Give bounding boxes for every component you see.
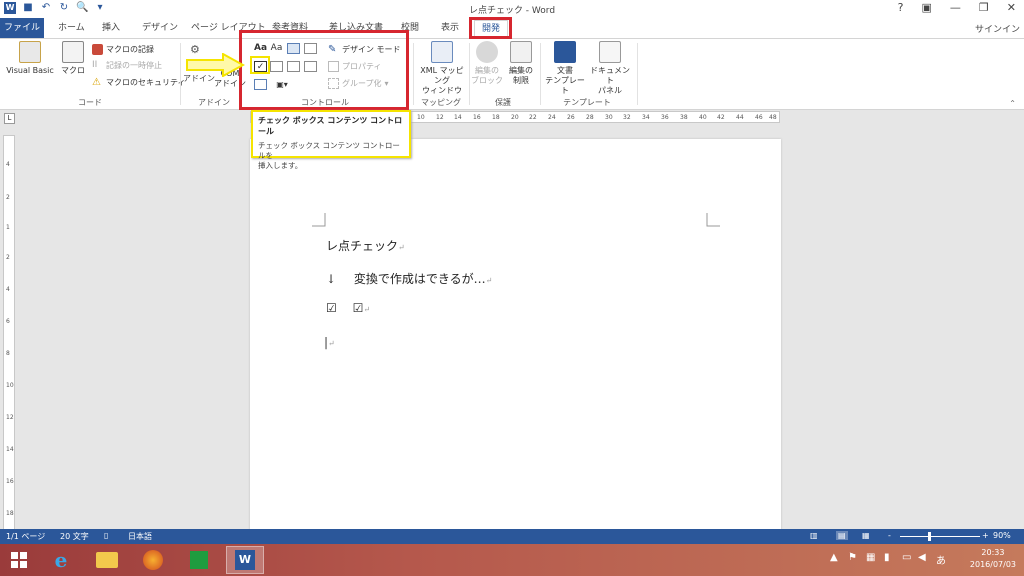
vertical-ruler[interactable]: 4 2 1 2 4 6 8 10 12 14 16 18 xyxy=(3,135,15,530)
word-count[interactable]: 20 文字 xyxy=(60,531,89,542)
macro-icon xyxy=(62,41,84,63)
volume-icon[interactable]: ◀ xyxy=(918,552,926,563)
group-separator xyxy=(469,43,470,105)
group-separator xyxy=(180,43,181,105)
firefox-icon[interactable] xyxy=(134,546,172,574)
checkbox-symbol[interactable]: ☑ xyxy=(326,301,337,315)
network-icon[interactable]: ▮ xyxy=(884,552,890,563)
window-controls: ? ▣ — ❐ ✕ xyxy=(898,1,1016,14)
doc-paragraph-4[interactable]: |↵ xyxy=(324,335,335,349)
tab-view[interactable]: 表示 xyxy=(437,20,463,38)
restore-button[interactable]: ❐ xyxy=(979,1,989,14)
tab-file[interactable]: ファイル xyxy=(0,18,44,38)
zoom-slider-thumb[interactable] xyxy=(928,532,931,541)
group-label-templates: テンプレート xyxy=(563,98,611,107)
read-mode-icon[interactable]: ▥ xyxy=(810,531,818,540)
group-label-mapping: マッピング xyxy=(421,98,461,107)
ime-indicator[interactable]: あ xyxy=(936,552,946,567)
ribbon: Visual Basic マクロ マクロの記録 II 記録の一時停止 ⚠ マクロ… xyxy=(0,38,1024,110)
document-page[interactable]: レ点チェック↵ ↓ 変換で作成はできるが…↵ ☑ ☑↵ |↵ xyxy=(250,139,781,531)
warning-icon: ⚠ xyxy=(92,77,101,88)
sign-in-link[interactable]: サインイン xyxy=(975,22,1020,35)
clock[interactable]: 20:33 2016/07/03 xyxy=(970,547,1016,571)
word-taskbar-icon[interactable]: W xyxy=(226,546,264,574)
xml-mapping-button[interactable]: XML マッピング ウィンドウ xyxy=(417,41,467,96)
xml-mapping-icon xyxy=(431,41,453,63)
tab-home[interactable]: ホーム xyxy=(54,20,89,38)
margin-corner-mark xyxy=(312,213,326,227)
store-icon[interactable] xyxy=(180,546,218,574)
close-button[interactable]: ✕ xyxy=(1007,1,1016,14)
ribbon-tabs: ファイル ホーム 挿入 デザイン ページ レイアウト 参考資料 差し込み文書 校… xyxy=(0,18,1024,38)
block-authors-icon xyxy=(476,41,498,63)
keyboard-icon[interactable]: ▦ xyxy=(866,552,875,563)
pause-recording-button[interactable]: II 記録の一時停止 xyxy=(92,60,162,71)
block-authors-button[interactable]: 編集の ブロック xyxy=(471,41,503,86)
visual-basic-button[interactable]: Visual Basic xyxy=(4,41,56,76)
document-panel-button[interactable]: ドキュメント パネル xyxy=(588,41,632,96)
action-center-icon[interactable]: ⚑ xyxy=(848,552,857,563)
tray-expand-icon[interactable]: ▲ xyxy=(830,552,838,563)
yellow-arrow-icon xyxy=(186,53,245,77)
group-separator xyxy=(540,43,541,105)
clock-time: 20:33 xyxy=(981,548,1005,557)
windows-taskbar: e W ▲ ⚑ ▦ ▮ ▭ ◀ あ 20:33 2016/07/03 xyxy=(0,544,1024,576)
help-button[interactable]: ? xyxy=(898,1,904,14)
macro-button[interactable]: マクロ xyxy=(60,41,86,76)
tooltip-title: チェック ボックス コンテンツ コントロール xyxy=(258,116,403,136)
language-indicator[interactable]: 日本語 xyxy=(128,531,152,542)
doc-paragraph-2[interactable]: ↓ 変換で作成はできるが…↵ xyxy=(326,270,492,287)
windows-logo-icon xyxy=(11,552,27,568)
restrict-editing-button[interactable]: 編集の 制限 xyxy=(505,41,537,86)
start-button[interactable] xyxy=(4,546,34,574)
tooltip-description-1: チェック ボックス コンテンツ コントロールを xyxy=(258,141,400,160)
window-title: レ点チェック - Word xyxy=(468,6,556,16)
zoom-in-button[interactable]: + xyxy=(982,531,989,540)
tab-design[interactable]: デザイン xyxy=(138,20,182,38)
tooltip-description-2: 挿入します。 xyxy=(258,161,303,170)
record-macro-icon xyxy=(92,44,103,55)
collapse-ribbon-icon[interactable]: ⌃ xyxy=(1009,99,1016,108)
web-layout-icon[interactable]: ▦ xyxy=(862,531,870,540)
pause-icon: II xyxy=(92,60,98,70)
group-label-protect: 保護 xyxy=(495,98,511,107)
lock-document-icon xyxy=(510,41,532,63)
highlight-developer-tab xyxy=(469,17,512,39)
group-label-code: コード xyxy=(78,98,102,107)
visual-basic-icon xyxy=(19,41,41,63)
zoom-level[interactable]: 90% xyxy=(993,531,1011,540)
document-template-button[interactable]: 文書 テンプレート xyxy=(543,41,587,96)
margin-corner-mark xyxy=(706,213,720,227)
group-label-addins: アドイン xyxy=(198,98,230,107)
print-layout-icon[interactable]: ▤ xyxy=(836,531,848,540)
ribbon-display-button[interactable]: ▣ xyxy=(922,1,932,14)
highlight-checkbox-control xyxy=(250,56,270,74)
title-bar: W ■ ↶ ↻ 🔍 ▾ レ点チェック - Word ? ▣ — ❐ ✕ xyxy=(0,0,1024,18)
internet-explorer-icon[interactable]: e xyxy=(42,546,80,574)
file-explorer-icon[interactable] xyxy=(88,546,126,574)
zoom-slider[interactable] xyxy=(900,536,980,537)
checkbox-content-control[interactable]: ☑ xyxy=(353,301,364,315)
zoom-out-button[interactable]: - xyxy=(888,531,891,540)
group-separator xyxy=(637,43,638,105)
group-separator xyxy=(413,43,414,105)
macro-security-button[interactable]: ⚠ マクロのセキュリティ xyxy=(92,77,186,88)
doc-paragraph-1[interactable]: レ点チェック↵ xyxy=(326,237,405,254)
doc-paragraph-3[interactable]: ☑ ☑↵ xyxy=(326,301,370,315)
status-bar: 1/1 ページ 20 文字 ▯ 日本語 ▥ ▤ ▦ - + 90% xyxy=(0,529,1024,544)
monitor-icon[interactable]: ▭ xyxy=(902,552,911,563)
checkbox-control-tooltip: チェック ボックス コンテンツ コントロール チェック ボックス コンテンツ コ… xyxy=(251,110,411,170)
proofing-icon[interactable]: ▯ xyxy=(104,531,108,540)
record-macro-button[interactable]: マクロの記録 xyxy=(92,44,154,55)
word-template-icon xyxy=(554,41,576,63)
tab-selector[interactable]: L xyxy=(4,113,15,124)
tab-insert[interactable]: 挿入 xyxy=(98,20,124,38)
minimize-button[interactable]: — xyxy=(950,1,961,14)
page-count[interactable]: 1/1 ページ xyxy=(6,531,45,542)
document-panel-icon xyxy=(599,41,621,63)
clock-date: 2016/07/03 xyxy=(969,560,1016,569)
